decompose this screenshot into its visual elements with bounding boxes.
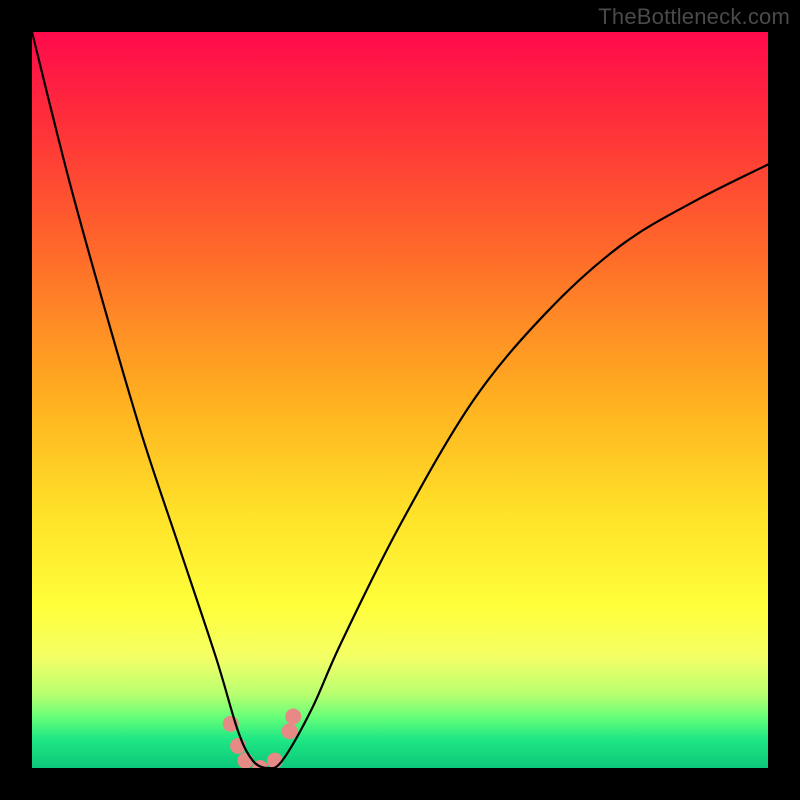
marker-dot	[285, 708, 301, 724]
marker-dot	[237, 753, 253, 768]
marker-dot	[267, 753, 283, 768]
watermark-text: TheBottleneck.com	[598, 4, 790, 30]
plot-area	[32, 32, 768, 768]
gradient-background	[32, 32, 768, 768]
chart-svg	[32, 32, 768, 768]
marker-dot	[282, 723, 298, 739]
chart-frame: TheBottleneck.com	[0, 0, 800, 800]
